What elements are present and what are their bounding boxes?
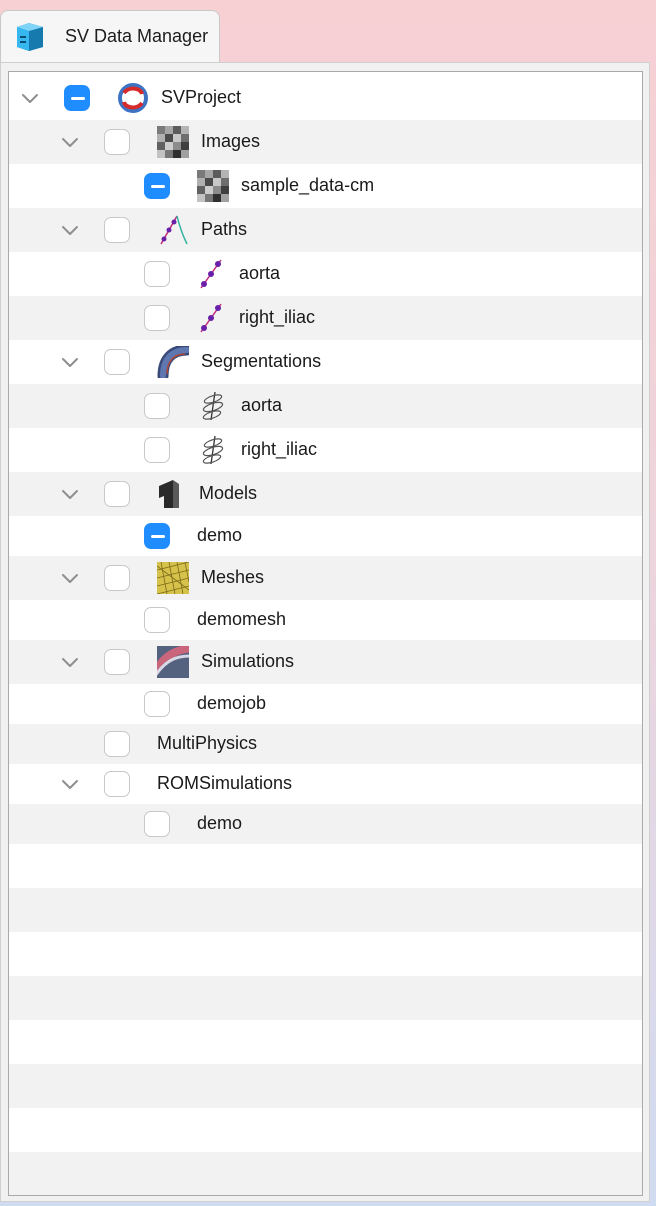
empty-row (9, 1108, 642, 1152)
checkbox-rom-demo[interactable] (144, 811, 170, 837)
data-manager-panel: SVProject Images sample_data-cm Paths ao… (0, 62, 650, 1202)
chevron-down-icon[interactable] (19, 87, 41, 109)
checkbox-sample-data-cm[interactable] (144, 173, 170, 199)
tree-row-segmentations[interactable]: Segmentations (9, 340, 642, 384)
checkbox-svproject[interactable] (64, 85, 90, 111)
chevron-down-icon[interactable] (59, 351, 81, 373)
tree-label-svproject: SVProject (161, 87, 242, 107)
tree-row-path-right-iliac[interactable]: right_iliac (9, 296, 642, 340)
checkbox-path-right-iliac[interactable] (144, 305, 170, 331)
tree-row-images[interactable]: Images (9, 120, 642, 164)
chevron-down-icon[interactable] (59, 219, 81, 241)
tree-row-models[interactable]: Models (9, 472, 642, 516)
data-manager-icon (17, 23, 43, 51)
tree-row-model-demo[interactable]: demo (9, 516, 642, 556)
tree-row-multiphysics[interactable]: MultiPhysics (9, 724, 642, 764)
contour-rings-icon (197, 390, 229, 422)
checkbox-demojob[interactable] (144, 691, 170, 717)
chevron-down-icon[interactable] (59, 483, 81, 505)
tree-label-sample-data-cm: sample_data-cm (241, 175, 375, 195)
tree-row-image-item[interactable]: sample_data-cm (9, 164, 642, 208)
mesh-icon (157, 562, 189, 594)
checkbox-meshes[interactable] (104, 565, 130, 591)
svproject-logo-icon (118, 83, 148, 113)
tree-row-simulations[interactable]: Simulations (9, 640, 642, 684)
tree-row-seg-aorta[interactable]: aorta (9, 384, 642, 428)
empty-row (9, 888, 642, 932)
tree-row-demomesh[interactable]: demomesh (9, 600, 642, 640)
tree-label-demomesh: demomesh (197, 609, 287, 629)
tree-label-images: Images (201, 131, 261, 151)
chevron-down-icon[interactable] (59, 131, 81, 153)
checkbox-model-demo[interactable] (144, 523, 170, 549)
tree-label-path-right-iliac: right_iliac (239, 307, 316, 327)
checkbox-multiphysics[interactable] (104, 731, 130, 757)
segmentation-tube-icon (157, 346, 189, 378)
chevron-down-icon[interactable] (59, 773, 81, 795)
tree-row-rom-demo[interactable]: demo (9, 804, 642, 844)
chevron-down-icon[interactable] (59, 651, 81, 673)
empty-row (9, 976, 642, 1020)
empty-row (9, 1020, 642, 1064)
tree-label-paths: Paths (201, 219, 248, 239)
tree-row-demojob[interactable]: demojob (9, 684, 642, 724)
tree-label-multiphysics: MultiPhysics (157, 733, 258, 753)
model-solid-icon (155, 478, 187, 510)
path-icon (157, 214, 189, 246)
path-points-icon (195, 302, 227, 334)
tree-row-paths[interactable]: Paths (9, 208, 642, 252)
tree-label-simulations: Simulations (201, 651, 295, 671)
tree-label-romsimulations: ROMSimulations (157, 773, 293, 793)
checkbox-seg-right-iliac[interactable] (144, 437, 170, 463)
checkbox-demomesh[interactable] (144, 607, 170, 633)
tree-label-demojob: demojob (197, 693, 267, 713)
tree-label-path-aorta: aorta (239, 263, 281, 283)
checkbox-simulations[interactable] (104, 649, 130, 675)
empty-row (9, 932, 642, 976)
checkbox-paths[interactable] (104, 217, 130, 243)
path-points-icon (195, 258, 227, 290)
tree-row-meshes[interactable]: Meshes (9, 556, 642, 600)
tree-row-svproject[interactable]: SVProject (9, 76, 642, 120)
chevron-down-icon[interactable] (59, 567, 81, 589)
checkbox-path-aorta[interactable] (144, 261, 170, 287)
empty-row (9, 1152, 642, 1195)
checkbox-images[interactable] (104, 129, 130, 155)
image-checker-icon (157, 126, 189, 158)
tree-label-meshes: Meshes (201, 567, 265, 587)
tree-row-seg-right-iliac[interactable]: right_iliac (9, 428, 642, 472)
checkbox-romsimulations[interactable] (104, 771, 130, 797)
tree-label-model-demo: demo (197, 525, 243, 545)
tree-label-rom-demo: demo (197, 813, 243, 833)
tree-label-models: Models (199, 483, 258, 503)
tree-row-path-aorta[interactable]: aorta (9, 252, 642, 296)
simulation-flow-icon (157, 646, 189, 678)
tree-label-seg-right-iliac: right_iliac (241, 439, 318, 459)
empty-row (9, 844, 642, 888)
tab-title: SV Data Manager (65, 26, 209, 46)
contour-rings-icon (197, 434, 229, 466)
data-tree[interactable]: SVProject Images sample_data-cm Paths ao… (8, 71, 643, 1196)
checkbox-segmentations[interactable] (104, 349, 130, 375)
tree-label-segmentations: Segmentations (201, 351, 322, 371)
tree-row-romsimulations[interactable]: ROMSimulations (9, 764, 642, 804)
checkbox-seg-aorta[interactable] (144, 393, 170, 419)
image-checker-icon (197, 170, 229, 202)
tab-sv-data-manager[interactable]: SV Data Manager (0, 10, 220, 62)
tree-label-seg-aorta: aorta (241, 395, 283, 415)
empty-row (9, 1064, 642, 1108)
checkbox-models[interactable] (104, 481, 130, 507)
